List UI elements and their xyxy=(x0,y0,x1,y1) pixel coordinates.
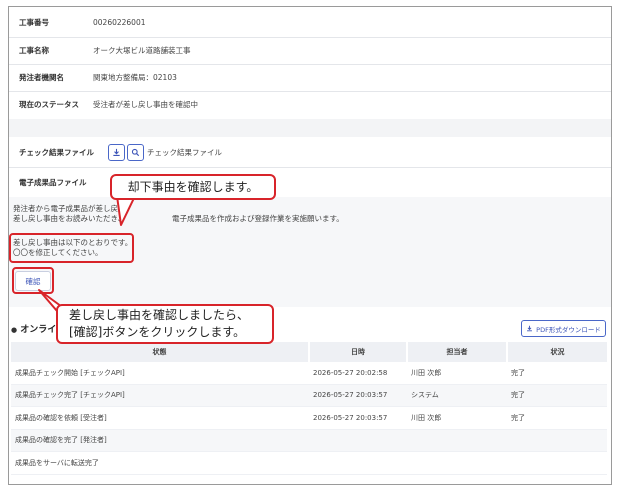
content-frame: 工事番号 00260226001 工事名称 オーク大塚ビル道路舗装工事 発注者機… xyxy=(8,6,612,485)
top-callout: 却下事由を確認します。 xyxy=(110,174,276,200)
top-callout-text: 却下事由を確認します。 xyxy=(127,179,259,194)
bottom-callout-line-1: 差し戻し事由を確認しましたら、 xyxy=(69,308,250,322)
bottom-callout-line-2: [確認]ボタンをクリックします。 xyxy=(69,325,246,339)
bottom-callout: 差し戻し事由を確認しましたら、 [確認]ボタンをクリックします。 xyxy=(56,304,274,344)
callout-pointers xyxy=(38,195,136,326)
top-callout-pointer xyxy=(116,195,136,226)
